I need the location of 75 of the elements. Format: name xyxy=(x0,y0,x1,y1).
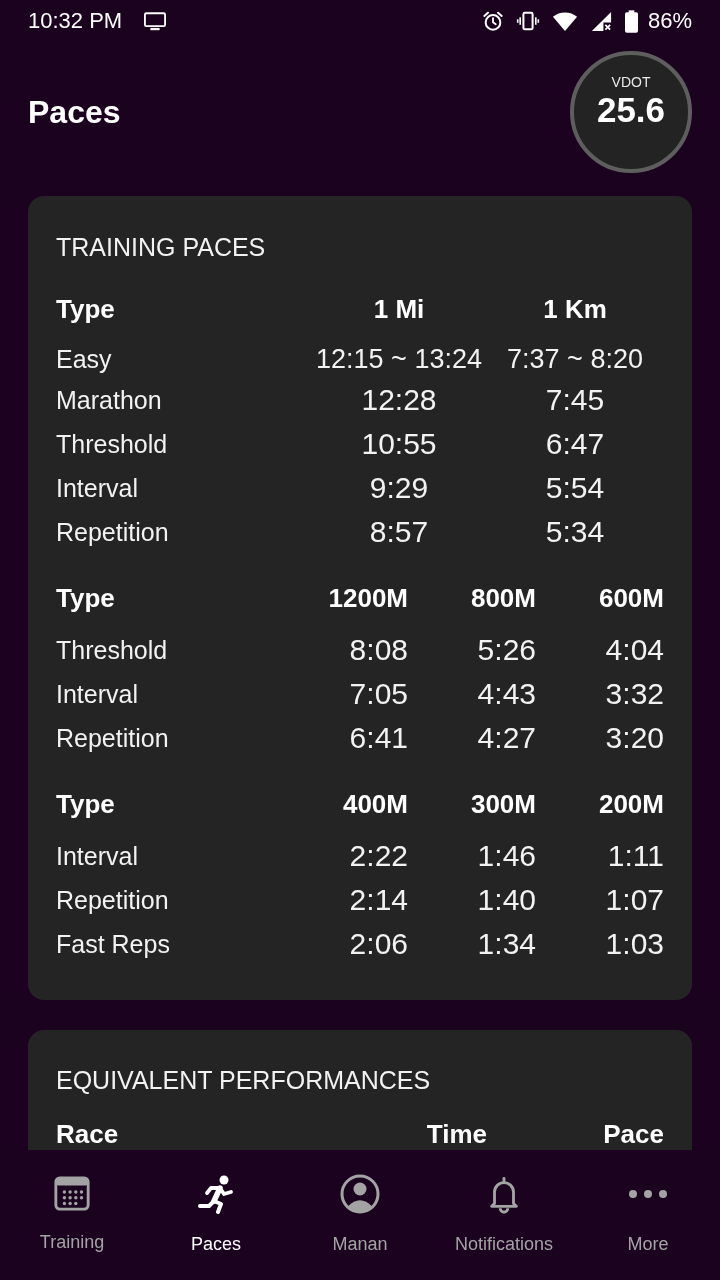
runner-icon xyxy=(196,1174,236,1214)
pace-value: 12:28 xyxy=(360,383,438,417)
pace-value: 1:40 xyxy=(476,883,536,917)
pace-value: 7:45 xyxy=(544,383,606,417)
column-header: Pace xyxy=(602,1119,664,1149)
pace-value: 4:43 xyxy=(476,677,536,711)
row-label: Repetition xyxy=(56,885,170,916)
nav-tab[interactable]: Manan xyxy=(288,1150,432,1280)
column-header: 400M xyxy=(341,788,408,820)
status-time: 10:32 PM xyxy=(28,8,123,34)
battery-percentage: 86% xyxy=(647,8,692,34)
column-header: Time xyxy=(425,1119,487,1149)
alarm-clock-icon xyxy=(481,10,504,32)
column-header: 800M xyxy=(469,582,536,614)
vibrate-icon xyxy=(515,10,540,32)
pace-value: 2:06 xyxy=(348,927,408,961)
column-header: Type xyxy=(56,293,116,325)
pace-value: 1:34 xyxy=(476,927,536,961)
battery-icon xyxy=(624,9,638,33)
no-signal-icon xyxy=(589,9,613,33)
row-label: Repetition xyxy=(56,723,170,754)
user-avatar-icon xyxy=(340,1174,380,1214)
row-label: Repetition xyxy=(56,517,170,548)
column-header: 200M xyxy=(597,788,664,820)
page-title: Paces xyxy=(28,93,121,132)
pace-value: 4:27 xyxy=(476,721,536,755)
column-header: Type xyxy=(56,582,116,614)
vdot-label: VDOT xyxy=(611,73,651,91)
row-label: Marathon xyxy=(56,385,163,416)
nav-tab[interactable]: Paces xyxy=(144,1150,288,1280)
pace-value: 10:55 xyxy=(360,427,438,461)
pace-value: 7:37 ~ 8:20 xyxy=(506,343,644,376)
more-dots-icon xyxy=(628,1189,668,1199)
pace-value: 1:03 xyxy=(604,927,664,961)
pace-value: 9:29 xyxy=(368,471,430,505)
row-label: Easy xyxy=(56,344,113,375)
pace-value: 2:14 xyxy=(348,883,408,917)
pace-value: 8:57 xyxy=(368,515,430,549)
nav-tab[interactable]: Training xyxy=(0,1150,144,1280)
row-label: Interval xyxy=(56,473,139,504)
row-label: Fast Reps xyxy=(56,929,171,960)
pace-value: 4:04 xyxy=(604,633,664,667)
row-label: Threshold xyxy=(56,635,169,666)
section-title: EQUIVALENT PERFORMANCES xyxy=(56,1065,432,1096)
column-header: Race xyxy=(56,1119,120,1149)
calendar-icon xyxy=(53,1174,91,1212)
pace-value: 1:11 xyxy=(606,839,664,873)
pace-value: 12:15 ~ 13:24 xyxy=(315,343,483,376)
column-header: 300M xyxy=(469,788,536,820)
pace-value: 1:07 xyxy=(604,883,664,917)
wifi-icon xyxy=(551,10,578,32)
vdot-value: 25.6 xyxy=(596,91,666,129)
pace-value: 5:54 xyxy=(544,471,606,505)
pace-value: 6:47 xyxy=(544,427,606,461)
pace-value: 3:32 xyxy=(604,677,664,711)
pace-value: 5:34 xyxy=(544,515,606,549)
pace-value: 5:26 xyxy=(476,633,536,667)
column-header: Type xyxy=(56,788,116,820)
pace-value: 7:05 xyxy=(348,677,408,711)
nav-tab[interactable]: More xyxy=(576,1150,720,1280)
pace-value: 1:46 xyxy=(476,839,536,873)
row-label: Threshold xyxy=(56,429,169,460)
pace-value: 2:22 xyxy=(348,839,408,873)
nav-tab[interactable]: Notifications xyxy=(432,1150,576,1280)
row-label: Interval xyxy=(56,841,139,872)
monitor-icon xyxy=(144,11,167,31)
column-header: 1 Mi xyxy=(372,293,426,325)
row-label: Interval xyxy=(56,679,139,710)
pace-value: 3:20 xyxy=(604,721,664,755)
pace-value: 8:08 xyxy=(348,633,408,667)
column-header: 1200M xyxy=(327,582,408,614)
column-header: 1 Km xyxy=(542,293,608,325)
section-title: TRAINING PACES xyxy=(56,232,267,263)
pace-value: 6:41 xyxy=(348,721,408,755)
column-header: 600M xyxy=(597,582,664,614)
